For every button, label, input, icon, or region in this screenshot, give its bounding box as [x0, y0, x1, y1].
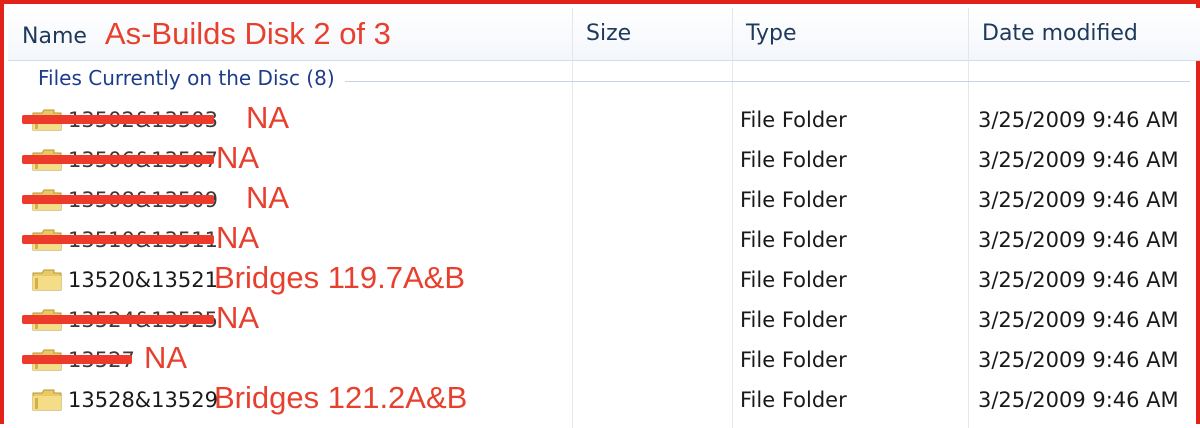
row-annotation: NA — [246, 180, 290, 215]
column-header-size[interactable]: Size — [572, 8, 732, 60]
row-annotation: NA — [216, 140, 260, 175]
strikethrough-mark — [22, 315, 214, 324]
column-header-size-label: Size — [586, 21, 632, 46]
file-type-cell: File Folder — [740, 308, 847, 332]
file-group-header[interactable]: Files Currently on the Disc (8) — [8, 62, 1200, 100]
row-annotation: Bridges 119.7A&B — [214, 260, 466, 295]
file-type-cell: File Folder — [740, 348, 847, 372]
file-type-cell: File Folder — [740, 388, 847, 412]
column-header-bar: Name As-Builds Disk 2 of 3 Size Type Date… — [8, 8, 1200, 61]
column-header-date-label: Date modified — [982, 21, 1138, 46]
strikethrough-mark — [22, 155, 214, 164]
date-modified-cell: 3/25/2009 9:46 AM — [978, 308, 1179, 332]
file-row[interactable]: 13510&13511NAFile Folder3/25/2009 9:46 A… — [8, 220, 1200, 260]
file-type-cell: File Folder — [740, 228, 847, 252]
file-type-cell: File Folder — [740, 188, 847, 212]
column-header-name-label: Name — [22, 24, 87, 49]
file-type-cell: File Folder — [740, 108, 847, 132]
annotated-screenshot-frame: Name As-Builds Disk 2 of 3 Size Type Date… — [0, 0, 1200, 428]
date-modified-cell: 3/25/2009 9:46 AM — [978, 108, 1179, 132]
column-header-type[interactable]: Type — [732, 8, 968, 60]
row-annotation: NA — [216, 300, 260, 335]
strikethrough-mark — [22, 115, 214, 124]
file-list: 13502&13503NAFile Folder3/25/2009 9:46 A… — [8, 100, 1200, 420]
strikethrough-mark — [22, 195, 214, 204]
date-modified-cell: 3/25/2009 9:46 AM — [978, 388, 1179, 412]
file-row[interactable]: 13506&13507NAFile Folder3/25/2009 9:46 A… — [8, 140, 1200, 180]
strikethrough-mark — [22, 235, 214, 244]
file-row[interactable]: 13520&13521 Bridges 119.7A&B File Folder 3/… — [8, 260, 1200, 300]
column-header-name[interactable]: Name As-Builds Disk 2 of 3 — [8, 8, 572, 60]
folder-icon — [32, 389, 62, 411]
group-label: Files Currently on the Disc (8) — [38, 66, 345, 90]
file-row[interactable]: 13524&13525NAFile Folder3/25/2009 9:46 A… — [8, 300, 1200, 340]
file-type-cell: File Folder — [740, 148, 847, 172]
file-row[interactable]: 13508&13509NAFile Folder3/25/2009 9:46 A… — [8, 180, 1200, 220]
row-annotation: Bridges 121.2A&B — [214, 380, 468, 415]
date-modified-cell: 3/25/2009 9:46 AM — [978, 228, 1179, 252]
row-annotation: NA — [144, 340, 188, 375]
disk-label-annotation: As-Builds Disk 2 of 3 — [104, 16, 391, 51]
file-row[interactable]: 13528&13529 Bridges 121.2A&B File Folder 3/… — [8, 380, 1200, 420]
file-row[interactable]: 13527NAFile Folder3/25/2009 9:46 AM — [8, 340, 1200, 380]
column-header-date-modified[interactable]: Date modified — [968, 8, 1200, 60]
date-modified-cell: 3/25/2009 9:46 AM — [978, 188, 1179, 212]
date-modified-cell: 3/25/2009 9:46 AM — [978, 348, 1179, 372]
folder-name[interactable]: 13520&13521 — [68, 260, 218, 300]
date-modified-cell: 3/25/2009 9:46 AM — [978, 148, 1179, 172]
folder-name[interactable]: 13528&13529 — [68, 380, 218, 420]
date-modified-cell: 3/25/2009 9:46 AM — [978, 268, 1179, 292]
folder-icon — [32, 269, 62, 291]
column-header-type-label: Type — [746, 21, 797, 46]
file-type-cell: File Folder — [740, 268, 847, 292]
row-annotation: NA — [246, 100, 290, 135]
file-row[interactable]: 13502&13503NAFile Folder3/25/2009 9:46 A… — [8, 100, 1200, 140]
row-annotation: NA — [216, 220, 260, 255]
strikethrough-mark — [22, 355, 132, 364]
